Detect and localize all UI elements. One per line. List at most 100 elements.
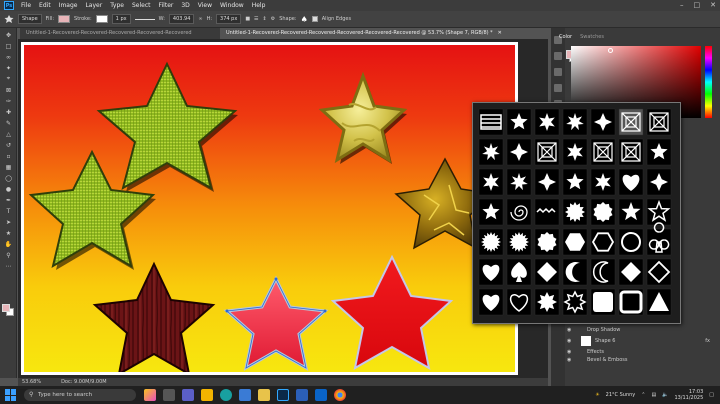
stroke-type-select[interactable] [134, 18, 155, 20]
photoshop-taskbar-icon[interactable] [277, 389, 289, 401]
circle-outline-shape[interactable] [618, 228, 644, 256]
maximize-icon[interactable]: □ [694, 0, 701, 11]
star-8-outline-shape[interactable] [562, 288, 588, 316]
menu-edit[interactable]: Edit [35, 0, 55, 11]
tray-chevron-icon[interactable]: ⌃ [641, 392, 645, 398]
lasso-tool-icon[interactable]: ∞ [3, 53, 14, 61]
quick-select-tool-icon[interactable]: ✦ [3, 64, 14, 72]
color-picker-marker[interactable] [608, 48, 613, 53]
star-5-shape[interactable] [618, 198, 644, 226]
hand-tool-icon[interactable]: ✋ [3, 240, 14, 248]
fill-swatch[interactable] [58, 15, 71, 23]
flower-shape[interactable] [590, 168, 616, 196]
gradient-tool-icon[interactable]: ▦ [3, 163, 14, 171]
menu-select[interactable]: Select [128, 0, 155, 11]
ornament-cross-shape[interactable] [478, 138, 504, 166]
crown-ornament-shape[interactable] [506, 138, 532, 166]
star-8-shape[interactable] [534, 288, 560, 316]
brush-panel-icon[interactable] [554, 84, 562, 92]
close-icon[interactable]: ✕ [710, 0, 716, 11]
copilot-icon[interactable] [144, 389, 156, 401]
floral-shape[interactable] [478, 168, 504, 196]
marquee-tool-icon[interactable]: □ [3, 42, 14, 50]
type-tool-icon[interactable]: T [3, 207, 14, 215]
heart-floral-shape[interactable] [618, 168, 644, 196]
circle-burst-shape[interactable] [478, 228, 504, 256]
blur-tool-icon[interactable]: ◯ [3, 174, 14, 182]
gear-icon[interactable]: ⚙ [271, 16, 275, 22]
file-explorer-icon[interactable] [201, 389, 213, 401]
hand-shape[interactable] [506, 108, 532, 136]
weather-icon[interactable]: ☀ [595, 392, 599, 398]
crop-tool-icon[interactable]: ⌖ [3, 75, 14, 83]
document-tab[interactable]: Untitled-1-Recovered-Recovered-Recovered… [20, 28, 220, 39]
tool-mode-select[interactable]: Shape [18, 14, 42, 24]
eye-icon[interactable]: ◉ [567, 326, 571, 334]
menu-window[interactable]: Window [216, 0, 248, 11]
properties-panel-icon[interactable] [554, 52, 562, 60]
starburst-shape[interactable] [562, 198, 588, 226]
heart-outline-shape[interactable] [506, 288, 532, 316]
menu-type[interactable]: Type [106, 0, 128, 11]
canvas-area[interactable] [18, 39, 548, 378]
shape-preview-spade-icon[interactable]: ♠ [301, 15, 308, 24]
banner-shape[interactable] [534, 108, 560, 136]
spiral-shape[interactable] [506, 198, 532, 226]
flag-shape[interactable] [478, 108, 504, 136]
custom-shape-tool-icon[interactable] [4, 14, 14, 24]
close-tab-icon[interactable]: ✕ [498, 30, 502, 36]
brush-tool-icon[interactable]: ✎ [3, 119, 14, 127]
star-5-outline-shape[interactable] [646, 198, 672, 226]
rounded-square-shape[interactable] [590, 288, 616, 316]
more-tools-icon[interactable]: ⋯ [3, 262, 14, 270]
stroke-width-field[interactable]: 1 px [111, 14, 131, 24]
pen-tool-icon[interactable]: ✒ [3, 196, 14, 204]
crescent-shape[interactable] [562, 258, 588, 286]
fleur-de-lis-shape[interactable] [562, 108, 588, 136]
swirl-ornament-shape[interactable] [646, 138, 672, 166]
layer-effect-row[interactable]: ◉ Drop Shadow [565, 326, 720, 334]
club-shape[interactable] [646, 222, 672, 256]
frame-tool-icon[interactable]: ⊠ [3, 86, 14, 94]
wood-star[interactable] [92, 261, 216, 372]
tab-swatches[interactable]: Swatches [580, 34, 604, 40]
teams-icon[interactable] [182, 389, 194, 401]
hexagon-outline-shape[interactable] [590, 228, 616, 256]
seal-shape[interactable] [534, 228, 560, 256]
menu-filter[interactable]: Filter [155, 0, 178, 11]
leaf-ornament-shape[interactable] [646, 168, 672, 196]
network-icon[interactable]: ▤ [651, 392, 656, 398]
zoom-level[interactable]: 53.68% [22, 378, 41, 386]
flower-shape[interactable] [534, 168, 560, 196]
eyedropper-tool-icon[interactable]: ✑ [3, 97, 14, 105]
link-icon[interactable]: ∞ [198, 16, 202, 22]
clone-stamp-tool-icon[interactable]: △ [3, 130, 14, 138]
shape-tool-icon[interactable]: ★ [3, 229, 14, 237]
leaf-ornament-shape[interactable] [562, 138, 588, 166]
align-edges-checkbox[interactable] [311, 16, 318, 22]
windows-start-icon[interactable] [4, 388, 18, 402]
scroll-shape[interactable] [590, 108, 616, 136]
path-operations-icon[interactable]: ■ [245, 16, 250, 22]
weather-text[interactable]: 21°C Sunny [606, 392, 636, 398]
path-selection-tool-icon[interactable]: ➤ [3, 218, 14, 226]
menu-3d[interactable]: 3D [177, 0, 193, 11]
menu-view[interactable]: View [194, 0, 216, 11]
history-brush-tool-icon[interactable]: ↺ [3, 141, 14, 149]
dodge-tool-icon[interactable]: ● [3, 185, 14, 193]
width-field[interactable]: 403.94 [168, 14, 195, 24]
menu-file[interactable]: File [17, 0, 35, 11]
flower-shape[interactable] [562, 168, 588, 196]
eye-icon[interactable]: ◉ [567, 348, 571, 356]
word-icon[interactable] [296, 389, 308, 401]
layer-effect-row[interactable]: ◉ Effects [565, 348, 720, 356]
menu-image[interactable]: Image [55, 0, 82, 11]
circle-burst-shape[interactable] [506, 228, 532, 256]
document-tab-active[interactable]: Untitled-1-Recovered-Recovered-Recovered… [220, 28, 550, 39]
eye-icon[interactable]: ◉ [567, 334, 571, 348]
stroke-swatch[interactable] [95, 15, 108, 23]
document-canvas[interactable] [21, 42, 518, 375]
spade-shape[interactable] [506, 258, 532, 286]
red-star[interactable] [330, 254, 454, 370]
file-explorer-icon[interactable] [258, 389, 270, 401]
